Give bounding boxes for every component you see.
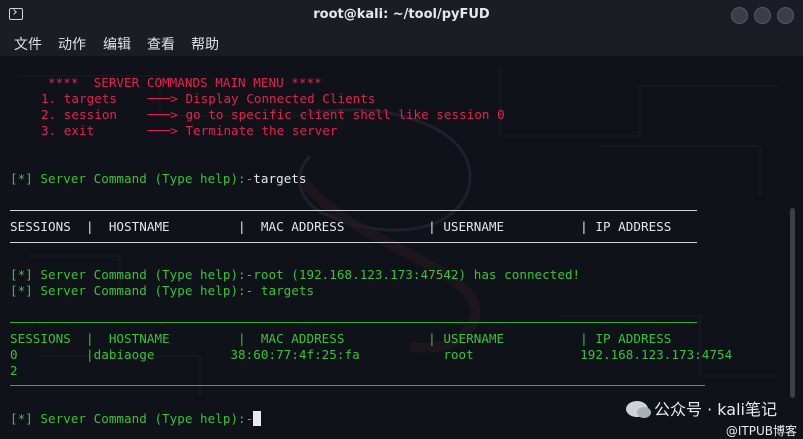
- menu-header: **** SERVER COMMANDS MAIN MENU ****: [10, 75, 322, 90]
- title-bar[interactable]: root@kali: ~/tool/pyFUD: [0, 0, 803, 31]
- itpub-watermark: @ITPUB博客: [725, 424, 797, 438]
- command-line-2: [*] Server Command (Type help):- targets: [10, 283, 315, 298]
- table-header: SESSIONS | HOSTNAME | MAC ADDRESS | USER…: [10, 219, 672, 234]
- minimize-button[interactable]: [731, 7, 748, 24]
- close-button[interactable]: [777, 7, 794, 24]
- table-row: 0 |dabiaoge 38:60:77:4f:25:fa root 192.1…: [10, 347, 733, 362]
- watermark-text: 公众号 · kali笔记: [654, 400, 777, 419]
- menu-bar: 文件 动作 编辑 查看 帮助: [0, 30, 803, 56]
- menu-file[interactable]: 文件: [14, 34, 42, 54]
- maximize-button[interactable]: [754, 7, 771, 24]
- menu-item-session: 2. session ───> go to specific client sh…: [41, 107, 505, 122]
- table2-bottom-rule: [10, 385, 705, 386]
- table-bottom-rule: [10, 242, 697, 243]
- watermark: 公众号 · kali笔记: [626, 396, 777, 420]
- scrollbar[interactable]: [790, 208, 795, 398]
- terminal-output[interactable]: **** SERVER COMMANDS MAIN MENU **** 1. t…: [0, 56, 803, 439]
- connected-message: [*] Server Command (Type help):-root (19…: [10, 267, 581, 282]
- table-top-rule: [10, 210, 697, 211]
- menu-edit[interactable]: 编辑: [103, 34, 131, 54]
- menu-action[interactable]: 动作: [58, 34, 86, 54]
- command-line-1: [*] Server Command (Type help):-targets: [10, 171, 307, 187]
- terminal-window: root@kali: ~/tool/pyFUD 文件 动作 编辑 查看 帮助 *…: [0, 0, 803, 439]
- table-row-wrap: 2: [10, 363, 18, 378]
- table2-top-rule: [10, 322, 697, 323]
- menu-help[interactable]: 帮助: [191, 34, 219, 54]
- wechat-icon: [626, 401, 652, 418]
- text-cursor: [253, 411, 262, 426]
- menu-item-exit: 3. exit ───> Terminate the server: [41, 123, 338, 138]
- command-input: targets: [253, 171, 307, 186]
- menu-item-targets: 1. targets ───> Display Connected Client…: [41, 91, 376, 106]
- prompt: [*] Server Command (Type help):-: [10, 411, 254, 426]
- prompt: [*] Server Command (Type help):-: [10, 171, 254, 186]
- table2-header: SESSIONS | HOSTNAME | MAC ADDRESS | USER…: [10, 331, 672, 346]
- menu-view[interactable]: 查看: [147, 34, 175, 54]
- window-title: root@kali: ~/tool/pyFUD: [313, 7, 490, 22]
- command-line-3[interactable]: [*] Server Command (Type help):-: [10, 411, 262, 427]
